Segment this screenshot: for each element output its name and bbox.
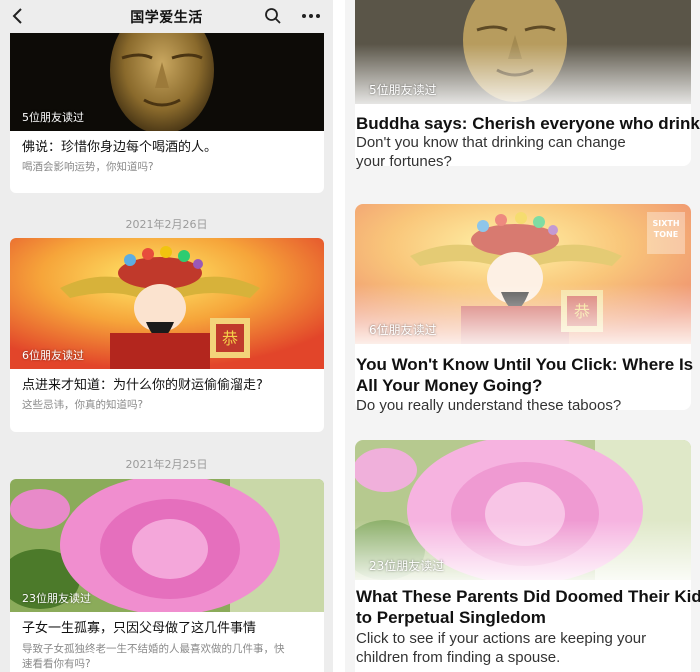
- article-title[interactable]: 点进来才知道：为什么你的财运偷偷溜走?: [10, 369, 324, 395]
- translated-title-line-1[interactable]: What These Parents Did Doomed Their Kids: [356, 586, 700, 607]
- translated-summary-line-2: your fortunes?: [356, 153, 452, 170]
- peony-flower-image: 23位朋友读过: [355, 440, 691, 580]
- article-card-wealth-god[interactable]: 恭 6位朋友读过 点进来才知道：为什么你的财运偷偷溜走? 这些忌讳，你真的知道吗…: [10, 238, 324, 432]
- more-options-icon[interactable]: [300, 8, 322, 24]
- article-card-peony[interactable]: 23位朋友读过 子女一生孤寡，只因父母做了这几件事情 导致子女孤独终老一生不结婚…: [10, 479, 324, 672]
- translated-title[interactable]: Buddha says: Cherish everyone who drinks…: [356, 113, 700, 134]
- article-summary: 喝酒会影响运势，你知道吗?: [22, 161, 154, 173]
- page-title: 国学爱生活: [130, 10, 203, 26]
- search-icon[interactable]: [264, 7, 282, 25]
- buddha-statue-image: 5位朋友读过: [355, 0, 691, 104]
- watermark-line-2: TONE: [653, 230, 679, 239]
- translated-title-line-2[interactable]: to Perpetual Singledom: [356, 607, 546, 628]
- friends-read-count: 6位朋友读过: [22, 349, 84, 362]
- right-translated-pane: 5位朋友读过 恭: [345, 0, 700, 672]
- article-summary: 导致子女孤独终老一生不结婚的人最喜欢做的几件事，快 速看看你有吗?: [10, 638, 324, 672]
- translated-title-line-1[interactable]: You Won't Know Until You Click: Where Is: [356, 354, 693, 375]
- friends-read-count: 5位朋友读过: [369, 83, 437, 97]
- svg-text:恭: 恭: [222, 329, 238, 348]
- translated-summary-line-1: Do you really understand these taboos?: [356, 397, 622, 414]
- translated-summary-line-1: Don't you know that drinking can change: [356, 134, 626, 151]
- article-summary: 这些忌讳，你真的知道吗?: [22, 399, 144, 411]
- translated-title-line-2[interactable]: All Your Money Going?: [356, 375, 542, 396]
- peony-flower-image: 23位朋友读过: [10, 479, 324, 612]
- translated-summary-line-2: children from finding a spouse.: [356, 649, 561, 666]
- wealth-god-image: 恭 6位朋友读过: [10, 238, 324, 369]
- summary-line-2: 速看看你有吗?: [22, 658, 91, 670]
- article-title[interactable]: 子女一生孤寡，只因父母做了这几件事情: [10, 612, 324, 638]
- pane-divider: [333, 0, 345, 672]
- translated-summary-line-1: Click to see if your actions are keeping…: [356, 630, 647, 647]
- friends-read-count: 6位朋友读过: [369, 323, 437, 337]
- top-nav-bar: 国学爱生活: [0, 0, 333, 33]
- date-separator: 2021年2月25日: [125, 458, 208, 471]
- watermark-line-1: SIXTH: [652, 219, 680, 228]
- sixth-tone-watermark: SIXTH TONE: [647, 212, 685, 254]
- article-title[interactable]: 佛说：珍惜你身边每个喝酒的人。: [10, 131, 324, 157]
- summary-line-1: 导致子女孤独终老一生不结婚的人最喜欢做的几件事，快: [22, 643, 285, 655]
- wealth-god-image: 恭 SIXTH TONE 6位朋友读过: [355, 204, 691, 344]
- friends-read-count: 23位朋友读过: [369, 559, 445, 573]
- left-screenshot-pane: 国学爱生活 5位朋友读过 佛说：珍惜你身边每个喝酒的人。 喝酒会影响运势，你知道…: [0, 0, 333, 672]
- friends-read-count: 23位朋友读过: [22, 592, 91, 605]
- date-separator: 2021年2月26日: [125, 218, 208, 231]
- friends-read-count: 5位朋友读过: [22, 111, 84, 124]
